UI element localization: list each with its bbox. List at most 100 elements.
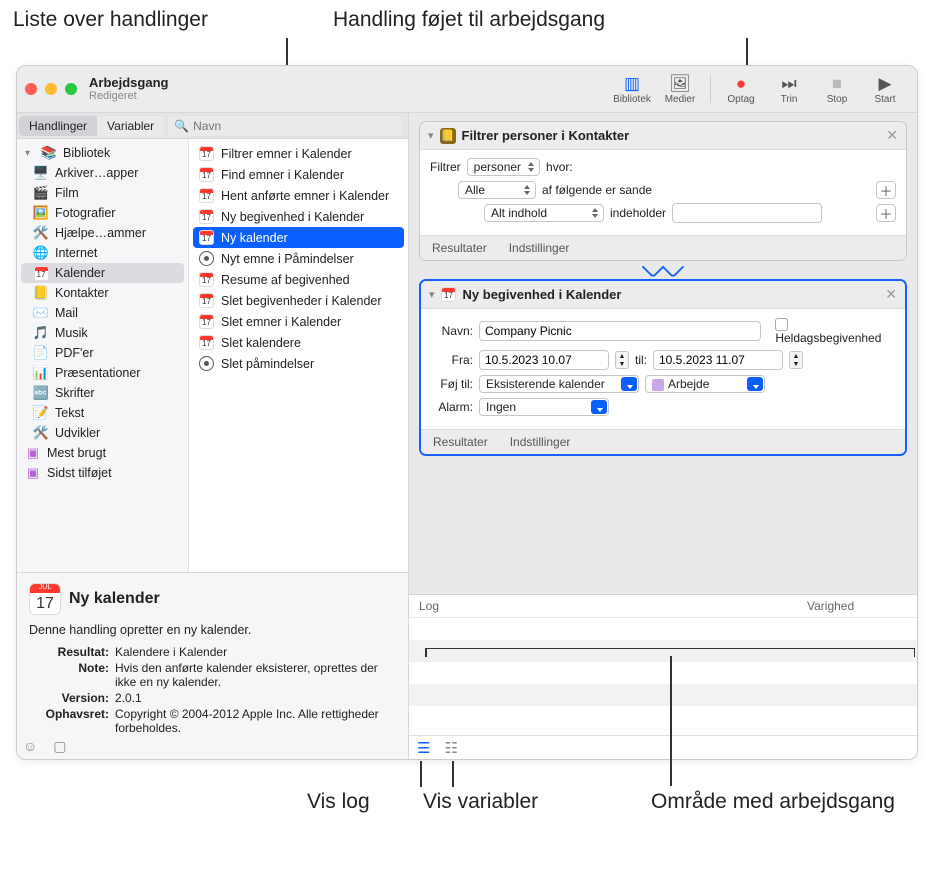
media-button[interactable]: 🖼 Medier xyxy=(656,74,704,105)
action-item[interactable]: Slet begivenheder i Kalender xyxy=(189,290,408,311)
bracket xyxy=(425,648,915,656)
add-condition-button[interactable]: ＋ xyxy=(876,204,896,222)
lib-label: Kontakter xyxy=(55,286,109,300)
calendar-select[interactable]: Arbejde xyxy=(645,375,765,393)
allday-checkbox[interactable] xyxy=(775,318,788,331)
action-label: Hent anførte emner i Kalender xyxy=(221,189,389,203)
lib-item-utilities[interactable]: 🛠️Hjælpe…ammer xyxy=(17,223,188,243)
stop-button[interactable]: ■ Stop xyxy=(813,74,861,105)
wf-action-new-event[interactable]: ▾ Ny begivenhed i Kalender ✕ Navn: Helda… xyxy=(419,279,907,456)
text-icon: 📝 xyxy=(33,405,49,421)
run-button[interactable]: ▶ Start xyxy=(861,74,909,105)
library-root[interactable]: ▾ 📚 Bibliotek xyxy=(17,143,188,163)
lib-label: Sidst tilføjet xyxy=(47,466,112,480)
lib-item-music[interactable]: 🎵Musik xyxy=(17,323,188,343)
addto-select[interactable]: Eksisterende kalender xyxy=(479,375,639,393)
tab-actions[interactable]: Handlinger xyxy=(19,116,97,136)
lib-item-text[interactable]: 📝 Tekst xyxy=(17,403,188,423)
action-item[interactable]: Filtrer emner i Kalender xyxy=(189,143,408,164)
action-item[interactable]: Slet påmindelser xyxy=(189,353,408,374)
step-icon: ⏭ xyxy=(781,74,796,94)
action-item[interactable]: Hent anførte emner i Kalender xyxy=(189,185,408,206)
settings-tab[interactable]: Indstillinger xyxy=(510,435,571,449)
addto-label: Føj til: xyxy=(431,377,473,391)
close-window-icon[interactable] xyxy=(25,83,37,95)
workflow-area[interactable]: ▾ 📒 Filtrer personer i Kontakter ✕ Filtr… xyxy=(409,113,917,594)
action-item[interactable]: Ny kalender xyxy=(193,227,404,248)
smile-icon[interactable]: ☺ xyxy=(23,738,37,755)
field-select[interactable]: Alt indhold xyxy=(484,204,604,222)
lib-item-developer[interactable]: 🛠️Udvikler xyxy=(17,423,188,443)
allday-label: Heldagsbegivenhed xyxy=(775,331,881,345)
lib-item-contacts[interactable]: 📒Kontakter xyxy=(17,283,188,303)
add-rule-button[interactable]: ＋ xyxy=(876,181,896,199)
lib-item-movies[interactable]: 🎬Film xyxy=(17,183,188,203)
tools-icon: 🛠️ xyxy=(33,225,49,241)
window-title: Arbejdsgang Redigeret xyxy=(89,76,168,102)
action-item[interactable]: Resume af begivenhed xyxy=(189,269,408,290)
action-label: Slet kalendere xyxy=(221,336,301,350)
stop-icon: ■ xyxy=(832,74,842,94)
callout-line xyxy=(420,761,422,787)
action-item[interactable]: Nyt emne i Påmindelser xyxy=(189,248,408,269)
lib-label: PDF'er xyxy=(55,346,94,360)
action-item[interactable]: Slet emner i Kalender xyxy=(189,311,408,332)
alarm-select[interactable]: Ingen xyxy=(479,398,609,416)
dev-icon: 🛠️ xyxy=(33,425,49,441)
tab-variables[interactable]: Variabler xyxy=(97,116,164,136)
from-date-input[interactable] xyxy=(479,350,609,370)
record-button[interactable]: ● Optag xyxy=(717,74,765,105)
filter-value-input[interactable] xyxy=(672,203,822,223)
close-icon[interactable]: ✕ xyxy=(885,286,897,303)
calendar-color-icon xyxy=(652,379,664,391)
lib-item-files[interactable]: 🖥️Arkiver…apper xyxy=(17,163,188,183)
filter-type-select[interactable]: personer xyxy=(467,158,540,176)
match-all-select[interactable]: Alle xyxy=(458,181,536,199)
search-field[interactable]: 🔍 xyxy=(168,116,402,136)
step-button[interactable]: ⏭ Trin xyxy=(765,74,813,105)
search-input[interactable] xyxy=(193,119,396,133)
info-value: Hvis den anførte kalender eksisterer, op… xyxy=(115,661,396,689)
disclosure-icon[interactable]: ▾ xyxy=(428,129,434,142)
lib-item-mail[interactable]: ✉️Mail xyxy=(17,303,188,323)
lib-item-photos[interactable]: 🖼️Fotografier xyxy=(17,203,188,223)
disclosure-icon[interactable]: ▾ xyxy=(429,288,435,301)
lib-item-recently-added[interactable]: ▣Sidst tilføjet xyxy=(17,463,188,483)
library-button[interactable]: ▥ Bibliotek xyxy=(608,74,656,105)
event-name-input[interactable] xyxy=(479,321,761,341)
calendar-icon: JUL17 xyxy=(29,583,61,615)
to-date-input[interactable] xyxy=(653,350,783,370)
show-variables-icon[interactable]: ☷ xyxy=(444,739,457,757)
lib-item-internet[interactable]: 🌐Internet xyxy=(17,243,188,263)
settings-tab[interactable]: Indstillinger xyxy=(509,241,570,255)
lib-item-presentations[interactable]: 📊Præsentationer xyxy=(17,363,188,383)
wf-action-filter-contacts[interactable]: ▾ 📒 Filtrer personer i Kontakter ✕ Filtr… xyxy=(419,121,907,261)
globe-icon: 🌐 xyxy=(33,245,49,261)
close-icon[interactable]: ✕ xyxy=(886,127,898,144)
action-item[interactable]: Ny begivenhed i Kalender xyxy=(189,206,408,227)
to-stepper[interactable]: ▲▼ xyxy=(789,351,803,369)
action-label: Nyt emne i Påmindelser xyxy=(221,252,354,266)
lib-label: Tekst xyxy=(55,406,84,420)
from-label: Fra: xyxy=(431,353,473,367)
segmented-control: Handlinger Variabler xyxy=(19,116,164,136)
lib-item-most-used[interactable]: ▣Mest brugt xyxy=(17,443,188,463)
results-tab[interactable]: Resultater xyxy=(432,241,487,255)
music-icon: 🎵 xyxy=(33,325,49,341)
finder-icon: 🖥️ xyxy=(33,165,49,181)
from-stepper[interactable]: ▲▼ xyxy=(615,351,629,369)
minimize-window-icon[interactable] xyxy=(45,83,57,95)
box-icon[interactable]: ▢ xyxy=(53,738,66,755)
action-item[interactable]: Find emner i Kalender xyxy=(189,164,408,185)
lib-item-fonts[interactable]: 🔤Skrifter xyxy=(17,383,188,403)
lib-item-calendar[interactable]: Kalender xyxy=(21,263,184,283)
lib-item-pdf[interactable]: 📄PDF'er xyxy=(17,343,188,363)
show-log-icon[interactable]: ☰ xyxy=(417,739,430,757)
zoom-window-icon[interactable] xyxy=(65,83,77,95)
results-tab[interactable]: Resultater xyxy=(433,435,488,449)
info-title: Ny kalender xyxy=(69,590,160,608)
action-item[interactable]: Slet kalendere xyxy=(189,332,408,353)
log-panel: Log Varighed ☰ ☷ xyxy=(409,594,917,759)
calendar-icon xyxy=(199,314,214,329)
callout-line xyxy=(452,761,454,787)
